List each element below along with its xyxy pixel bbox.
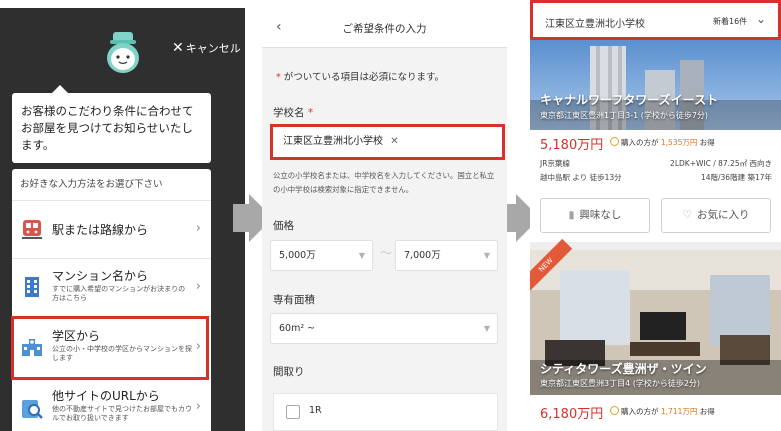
floor-spec: 14階/36階建 築17年	[700, 173, 772, 182]
area-select[interactable]: 60m² ~ ▼	[270, 313, 498, 344]
school-value: 江東区立豊洲北小学校	[283, 136, 383, 147]
listing-photo[interactable]: キャナルワーフタワーズイースト 東京都江東区豊洲1丁目3-1 (学校から徒歩7分…	[530, 40, 781, 130]
intro-message: お客様のこだわり条件に合わせてお部屋を見つけてお知らせいたします。	[12, 85, 211, 163]
option-subtitle: 他の不動産サイトで見つけたお部屋でもカウルでお取り扱いできます	[52, 405, 192, 422]
layout-spec: 2LDK+WIC / 87.25㎡ 西向き	[670, 159, 772, 168]
listing-address: 東京都江東区豊洲1丁目3-1 (学校から徒歩7分)	[540, 111, 709, 120]
price-label: 価格	[273, 220, 294, 232]
school-label-text: 学校名	[273, 107, 305, 119]
page-title: ご希望条件の入力	[342, 23, 427, 35]
school-label: 学校名 *	[273, 105, 313, 120]
required-note: * がついている項目は必須になります。	[276, 69, 444, 83]
access-info: JR京葉線 越中島駅 より 徒歩13分	[540, 157, 622, 185]
price-max-select[interactable]: 7,000万 ▼	[395, 240, 498, 271]
savings-suffix: お得	[699, 138, 715, 147]
area-label: 専有面積	[273, 294, 315, 306]
option-title: 他サイトのURLから	[52, 389, 160, 403]
listing-photo[interactable]: シティタワーズ豊洲ザ・ツイン 東京都江東区豊洲3丁目4 (学校から徒歩2分)	[530, 250, 781, 395]
walk-time: 越中島駅 より 徒歩13分	[540, 173, 622, 182]
new-count: 新着16件	[713, 17, 748, 26]
spec-info: 2LDK+WIC / 87.25㎡ 西向き 14階/36階建 築17年	[640, 157, 772, 185]
dropdown-arrow-icon: ▼	[483, 324, 490, 333]
savings-suffix: お得	[699, 407, 715, 416]
option-station[interactable]: 駅または路線から ›	[12, 201, 211, 259]
magnifier-icon	[610, 137, 619, 146]
input-method-card: お好きな入力方法をお選び下さい 駅または路線から › マンション名から すでに購…	[12, 169, 211, 431]
chevron-down-icon[interactable]: ⌄	[756, 12, 766, 26]
search-conditions-panel: ‹ ご希望条件の入力 * がついている項目は必須になります。 学校名 * 江東区…	[262, 8, 507, 431]
train-icon	[22, 220, 42, 239]
price-max-value: 7,000万	[404, 250, 441, 261]
cancel-label: キャンセル	[185, 42, 241, 55]
option-school-district[interactable]: 学区から 公立の小・中学校の学区からマンションを探します ›	[12, 317, 211, 379]
chevron-right-icon: ›	[195, 221, 201, 236]
option-subtitle: すでに購入希望のマンションがお決まりの方はこちら	[52, 285, 186, 302]
savings-prefix: 購入の方が	[621, 138, 659, 147]
range-separator: ～	[380, 246, 393, 260]
dropdown-arrow-icon: ▼	[483, 251, 490, 260]
price-min-value: 5,000万	[279, 250, 316, 261]
heart-icon: ♡	[682, 209, 692, 221]
savings-note: 購入の方が 1,535万円 お得	[610, 137, 715, 148]
favorite-button[interactable]: ♡ お気に入り	[661, 198, 771, 233]
required-asterisk: *	[307, 107, 314, 119]
results-panel: 江東区立豊洲北小学校 新着16件 ⌄ キャナルワーフタワーズイースト 東京都江東…	[530, 0, 781, 431]
layout-option-1r[interactable]: 1R	[273, 393, 498, 431]
option-subtitle: 公立の小・中学校の学区からマンションを探します	[52, 345, 192, 362]
school-icon	[22, 339, 42, 356]
not-interested-button[interactable]: ▮ 興味なし	[540, 198, 650, 233]
required-asterisk: *	[276, 72, 281, 83]
option-title: 駅または路線から	[52, 223, 149, 237]
station-line: JR京葉線	[540, 159, 570, 168]
option-other-site-url[interactable]: 他サイトのURLから 他の不動産サイトで見つけたお部屋でもカウルでお取り扱いでき…	[12, 379, 211, 431]
listing-address: 東京都江東区豊洲3丁目4 (学校から徒歩2分)	[540, 379, 701, 388]
savings-note: 購入の方が 1,711万円 お得	[610, 406, 715, 417]
savings-amount: 1,711万円	[660, 407, 698, 416]
school-filter-name: 江東区立豊洲北小学校	[545, 19, 645, 30]
school-name-input[interactable]: 江東区立豊洲北小学校 ✕	[270, 124, 505, 160]
close-icon: ✕	[172, 40, 184, 56]
listing-price: 5,180万円	[540, 138, 604, 153]
school-help-text: 公立の小学校名または、中学校名を入力してください。国立と私立の小中学校は検索対象…	[273, 171, 495, 194]
header-bar: ‹ ご希望条件の入力	[262, 8, 507, 48]
search-url-icon	[22, 400, 43, 419]
magnifier-icon	[610, 406, 619, 415]
option-title: マンション名から	[52, 269, 149, 283]
favorite-label: お気に入り	[696, 209, 750, 221]
cancel-button[interactable]: ✕ キャンセル	[172, 40, 241, 56]
mascot-icon	[107, 32, 139, 73]
option-title: 学区から	[52, 329, 101, 343]
chevron-right-icon: ›	[195, 399, 201, 414]
chevron-right-icon[interactable]: ›	[196, 339, 201, 354]
savings-amount: 1,535万円	[660, 138, 698, 147]
price-min-select[interactable]: 5,000万 ▼	[270, 240, 373, 271]
choose-header: お好きな入力方法をお選び下さい	[12, 169, 211, 201]
savings-prefix: 購入の方が	[621, 407, 659, 416]
dropdown-arrow-icon: ▼	[358, 251, 365, 260]
trash-icon: ▮	[568, 209, 575, 221]
chevron-right-icon: ›	[195, 279, 201, 294]
listing-name: キャナルワーフタワーズイースト	[540, 93, 719, 107]
school-filter-bar[interactable]: 江東区立豊洲北小学校 新着16件 ⌄	[530, 0, 781, 40]
not-interested-label: 興味なし	[579, 209, 622, 221]
option-mansion[interactable]: マンション名から すでに購入希望のマンションがお決まりの方はこちら ›	[12, 259, 211, 317]
input-method-panel: ✕ キャンセル お客様のこだわり条件に合わせてお部屋を見つけてお知らせいたします…	[0, 8, 245, 431]
checkbox[interactable]	[286, 405, 300, 419]
required-note-text: がついている項目は必須になります。	[283, 72, 445, 83]
listing-name: シティタワーズ豊洲ザ・ツイン	[540, 362, 707, 376]
area-value: 60m² ~	[279, 323, 316, 334]
listing-price: 6,180万円	[540, 407, 604, 422]
layout-label: 間取り	[273, 366, 305, 378]
clear-icon[interactable]: ✕	[390, 136, 398, 147]
layout-option-label: 1R	[309, 405, 322, 416]
building-icon	[25, 277, 39, 297]
